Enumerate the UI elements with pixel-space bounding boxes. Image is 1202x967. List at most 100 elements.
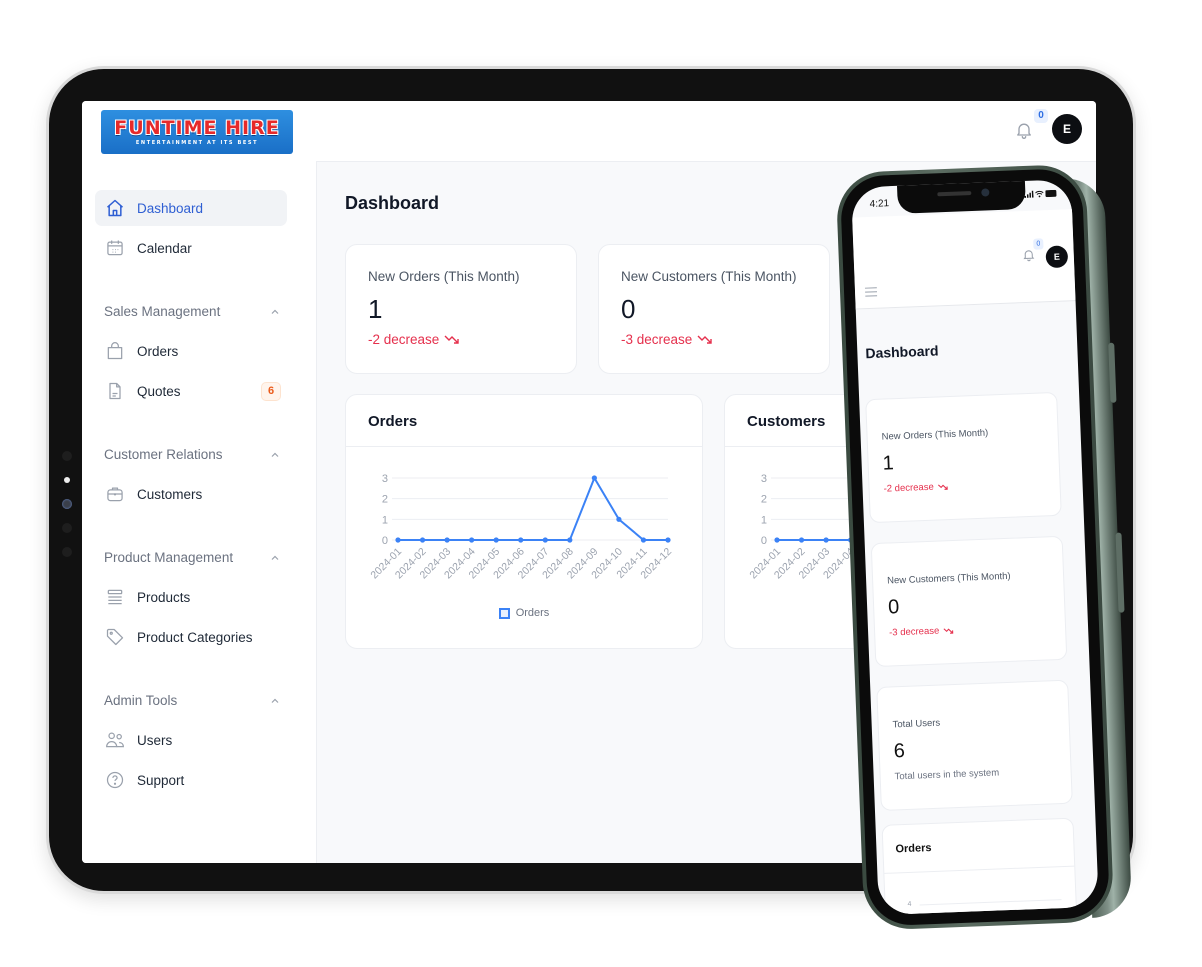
sidebar: Dashboard Calendar Sales Management Orde… [82,161,317,863]
y-tick-label: 0 [382,535,388,547]
phone-notch [896,179,1026,214]
status-icons [1024,189,1057,198]
phone-screen: 4:21 0 E Dashboard New Orders (This Mont… [851,179,1099,916]
y-tick-label: 1 [761,514,767,526]
document-icon [105,381,125,401]
brand-logo[interactable]: FUNTIME HIRE ENTERTAINMENT AT ITS BEST [101,110,293,154]
briefcase-icon [105,484,125,504]
data-point [542,537,548,543]
sidebar-item-calendar[interactable]: Calendar [95,230,287,266]
data-point [591,475,597,481]
section-title: Product Management [104,550,234,565]
trending-down-icon [444,335,459,344]
chart-legend[interactable]: Orders [346,607,702,619]
stat-card-new-orders: New Orders (This Month) 1 -2 decrease [345,244,577,374]
orders-line-chart: 01232024-012024-022024-032024-042024-052… [368,473,674,581]
stat-card-new-customers: New Customers (This Month) 0 -3 decrease [870,535,1068,668]
stat-change: -2 decrease [883,477,1045,495]
section-title: Admin Tools [104,693,178,708]
stat-label: New Orders (This Month) [881,427,989,443]
sidebar-item-label: Orders [137,343,179,359]
sidebar-item-dashboard[interactable]: Dashboard [95,190,287,226]
stat-label: New Customers (This Month) [621,269,797,284]
sidebar-item-label: Product Categories [137,629,253,645]
sidebar-item-users[interactable]: Users [95,722,287,758]
section-admin-tools[interactable]: Admin Tools [104,693,280,708]
chevron-up-icon[interactable] [270,553,280,563]
sensor-dot [62,547,72,557]
logo-title: FUNTIME HIRE [114,117,280,139]
bell-icon[interactable] [1014,119,1034,141]
chevron-up-icon[interactable] [270,450,280,460]
data-point [395,537,401,543]
y-tick-label: 0 [761,535,767,547]
data-point [774,537,780,543]
sidebar-item-product-categories[interactable]: Product Categories [95,619,287,655]
user-avatar[interactable]: E [1052,114,1082,144]
status-time: 4:21 [869,198,890,210]
chevron-up-icon[interactable] [270,307,280,317]
section-product-management[interactable]: Product Management [104,550,280,565]
phone-device: 4:21 0 E Dashboard New Orders (This Mont… [835,163,1133,934]
stat-card-new-orders: New Orders (This Month) 1 -2 decrease [865,391,1062,524]
user-avatar[interactable]: E [1045,245,1069,269]
sidebar-item-support[interactable]: Support [95,762,287,798]
chevron-up-icon[interactable] [270,696,280,706]
help-circle-icon [105,770,125,790]
stat-value: 0 [887,596,900,619]
sidebar-item-label: Products [137,589,191,605]
y-tick-label: 3 [761,473,767,485]
top-header: FUNTIME HIRE ENTERTAINMENT AT ITS BEST 0… [82,101,1096,161]
series-line [398,477,668,541]
sidebar-item-products[interactable]: Products [95,579,287,615]
page-title: Dashboard [865,342,939,362]
quotes-count-badge: 6 [261,382,281,401]
sidebar-item-label: Customers [137,486,203,502]
hamburger-menu-icon[interactable] [864,287,878,297]
stat-change: -3 decrease [889,621,1051,639]
shopping-bag-icon [105,341,125,361]
section-title: Customer Relations [104,447,223,462]
stat-change-text: -2 decrease [368,332,440,347]
stat-change-text: -3 decrease [621,332,693,347]
data-point [493,537,499,543]
sensor-dot [62,523,72,533]
tablet-camera-array [62,451,72,557]
sidebar-item-label: Users [137,732,173,748]
orders-chart-card: Orders 4 [881,817,1078,916]
sensor-light [64,477,70,483]
section-title: Sales Management [104,304,221,319]
home-icon [105,198,125,218]
stat-value: 1 [882,452,895,475]
grid-line [919,899,1062,906]
y-tick-label: 2 [761,494,767,506]
section-customer-relations[interactable]: Customer Relations [104,447,280,462]
sidebar-item-label: Calendar [137,240,192,256]
stack-icon [105,587,125,607]
trending-down-icon [943,627,954,634]
sidebar-item-customers[interactable]: Customers [95,476,287,512]
section-sales-management[interactable]: Sales Management [104,304,280,319]
stat-value: 0 [621,294,636,324]
sidebar-item-label: Support [137,772,185,788]
camera-lens [62,499,72,509]
wifi-icon [1035,190,1044,198]
notification-count-badge: 0 [1033,238,1044,250]
data-point [798,537,805,543]
tag-icon [105,627,125,647]
stat-change: -3 decrease [621,332,807,347]
stat-card-new-customers: New Customers (This Month) 0 -3 decrease [598,244,830,374]
stat-value: 1 [368,294,383,324]
stat-change-text: -2 decrease [883,481,934,495]
battery-icon [1045,189,1057,198]
page-title: Dashboard [345,193,440,213]
stat-card-total-users: Total Users 6 Total users in the system [876,679,1073,811]
chart-title: Orders [882,818,1075,874]
sidebar-item-orders[interactable]: Orders [95,333,287,369]
phone-bezel: 4:21 0 E Dashboard New Orders (This Mont… [839,167,1111,927]
notification-count-badge: 0 [1034,109,1048,123]
y-tick-label: 1 [382,514,388,526]
data-point [640,537,647,543]
sidebar-item-quotes[interactable]: Quotes 6 [95,373,287,409]
sidebar-item-label: Dashboard [137,200,204,216]
